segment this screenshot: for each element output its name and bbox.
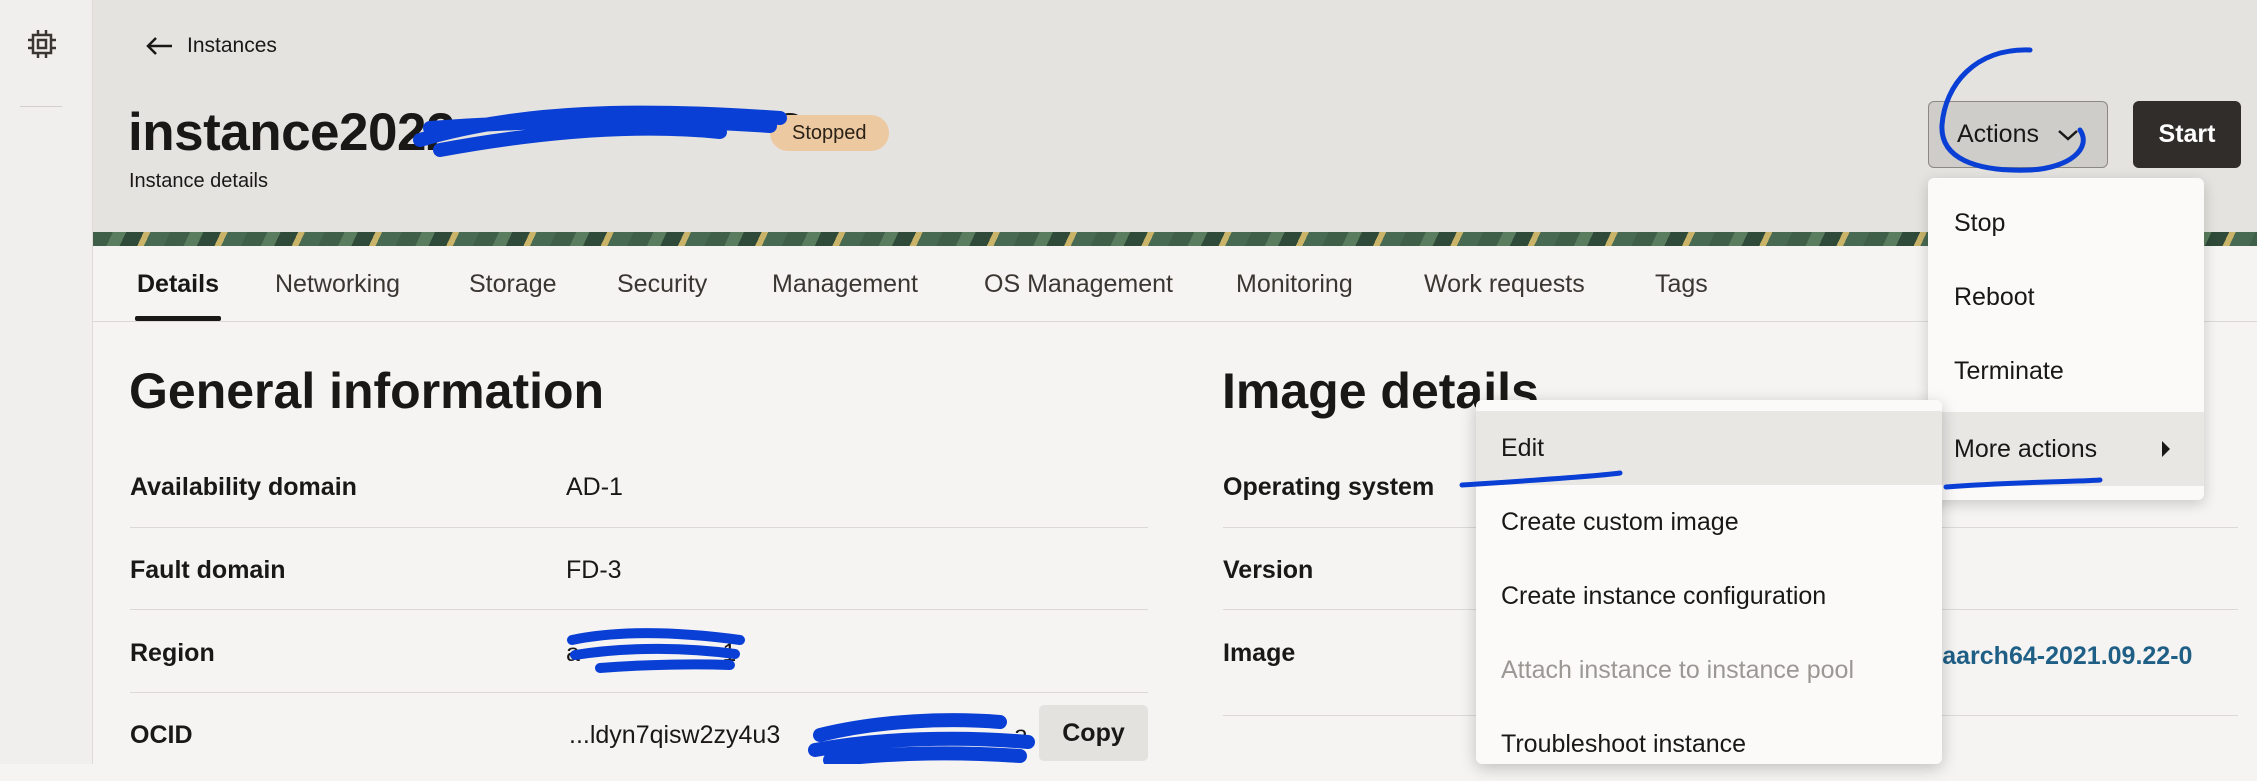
tab-storage[interactable]: Storage [469,270,557,299]
region-label: Region [130,639,215,667]
tab-monitoring[interactable]: Monitoring [1236,270,1353,299]
region-value-tail: -1 [714,639,737,667]
arrow-left-icon [146,37,172,55]
ocid-value-tail: a [1014,721,1028,749]
menu-item-create-instance-configuration[interactable]: Create instance configuration [1476,559,1942,633]
page-subtitle: Instance details [129,170,268,192]
actions-menu: Stop Reboot Terminate More actions [1928,178,2204,500]
menu-item-more-actions[interactable]: More actions [1928,412,2204,486]
availability-domain-label: Availability domain [130,473,357,501]
fault-domain-value: FD-3 [566,556,622,584]
compute-chip-icon[interactable] [27,29,57,59]
actions-label: Actions [1957,120,2039,148]
menu-item-create-custom-image[interactable]: Create custom image [1476,485,1942,559]
more-actions-submenu: Edit Create custom image Create instance… [1476,400,1942,764]
general-information-heading: General information [129,363,605,419]
tab-security[interactable]: Security [617,270,707,299]
chevron-down-icon [2058,129,2078,141]
operating-system-label: Operating system [1223,473,1435,501]
instance-name: instance2022 [128,103,455,162]
divider [130,527,1148,528]
divider [130,609,1148,610]
ocid-value: ...ldyn7qisw2zy4u3 [569,721,781,749]
status-badge: Stopped [770,115,889,151]
tab-work-requests[interactable]: Work requests [1424,270,1585,299]
menu-item-reboot[interactable]: Reboot [1928,260,2204,334]
start-button[interactable]: Start [2133,101,2241,168]
tab-networking[interactable]: Networking [275,270,400,299]
availability-domain-value: AD-1 [566,473,623,501]
active-tab-indicator [135,316,221,321]
redaction-scribble [808,713,1035,764]
menu-item-edit[interactable]: Edit [1476,411,1942,485]
rail-divider [20,106,62,107]
menu-item-troubleshoot-instance[interactable]: Troubleshoot instance [1476,707,1942,781]
menu-item-terminate[interactable]: Terminate [1928,334,2204,408]
tab-details[interactable]: Details [137,270,219,299]
back-link-label: Instances [187,34,277,57]
version-label: Version [1223,556,1314,584]
copy-ocid-button[interactable]: Copy [1039,705,1148,761]
divider [130,692,1148,693]
menu-item-stop[interactable]: Stop [1928,186,2204,260]
menu-item-attach-to-instance-pool: Attach instance to instance pool [1501,655,1855,684]
actions-dropdown-button[interactable]: Actions [1928,101,2108,168]
tab-management[interactable]: Management [772,270,918,299]
caret-right-icon [2162,441,2170,457]
fault-domain-label: Fault domain [130,556,286,584]
back-to-instances-link[interactable]: Instances [145,34,277,58]
tab-os-management[interactable]: OS Management [984,270,1173,299]
ocid-label: OCID [130,721,193,749]
image-label: Image [1223,639,1296,667]
left-nav-rail [0,0,93,764]
page-title: instance20228 [128,102,804,163]
tab-tags[interactable]: Tags [1655,270,1708,299]
image-name-link[interactable]: 4-aarch64-2021.09.22-0 [1920,642,2192,671]
more-actions-label: More actions [1954,434,2098,463]
region-value: a [566,639,580,667]
